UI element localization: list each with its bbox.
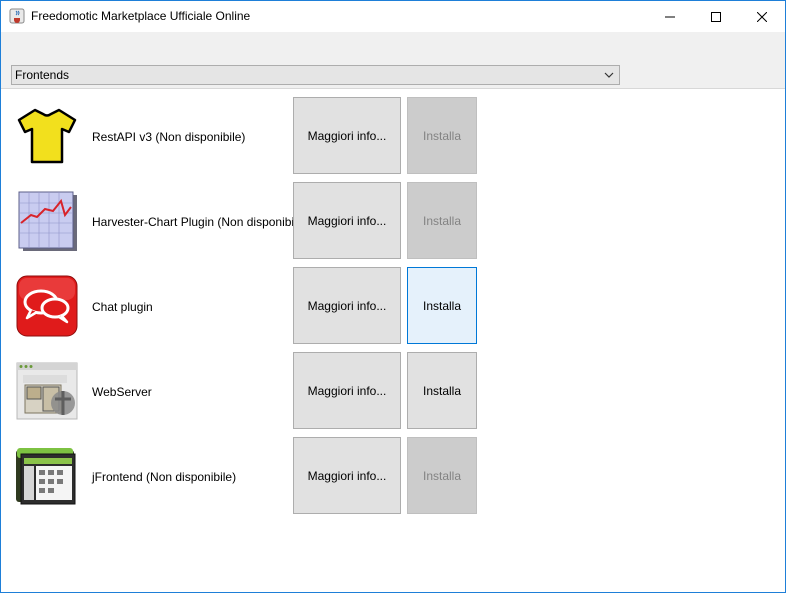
plugin-name: Chat plugin <box>92 300 153 314</box>
more-info-button[interactable]: Maggiori info... <box>293 352 401 429</box>
more-info-button[interactable]: Maggiori info... <box>293 437 401 514</box>
plugin-name: WebServer <box>92 385 152 399</box>
close-icon <box>757 11 767 22</box>
minimize-button[interactable] <box>647 1 693 32</box>
plugin-row: Harvester-Chart Plugin (Non disponibile)… <box>1 182 785 267</box>
toolbar-divider <box>1 88 785 89</box>
more-info-button[interactable]: Maggiori info... <box>293 267 401 344</box>
install-button[interactable]: Installa <box>407 352 477 429</box>
install-button[interactable]: Installa <box>407 97 477 174</box>
plugin-name: Harvester-Chart Plugin (Non disponibile) <box>92 215 308 229</box>
install-button[interactable]: Installa <box>407 267 477 344</box>
plugin-row: RestAPI v3 (Non disponibile) Maggiori in… <box>1 97 785 182</box>
plugin-name: RestAPI v3 (Non disponibile) <box>92 130 246 144</box>
maximize-icon <box>711 11 721 22</box>
category-select-value: Frontends <box>15 68 70 82</box>
chevron-down-icon <box>604 72 614 78</box>
maximize-button[interactable] <box>693 1 739 32</box>
more-info-button[interactable]: Maggiori info... <box>293 182 401 259</box>
minimize-icon <box>665 16 675 17</box>
category-select[interactable]: Frontends <box>11 65 620 85</box>
title-bar[interactable]: Freedomotic Marketplace Ufficiale Online <box>1 1 785 32</box>
window-title: Freedomotic Marketplace Ufficiale Online <box>31 9 251 23</box>
frontend-window-icon <box>16 448 76 505</box>
yellow-tshirt-icon <box>17 108 77 164</box>
line-chart-icon <box>18 191 77 251</box>
plugin-name: jFrontend (Non disponibile) <box>92 470 237 484</box>
java-cup-icon <box>9 8 25 24</box>
toolbar: Frontends <box>1 32 785 88</box>
more-info-button[interactable]: Maggiori info... <box>293 97 401 174</box>
webserver-floorplan-icon <box>16 362 78 420</box>
install-button[interactable]: Installa <box>407 437 477 514</box>
plugin-row: WebServer Maggiori info... Installa <box>1 352 785 437</box>
plugin-row: Chat plugin Maggiori info... Installa <box>1 267 785 352</box>
chat-bubbles-icon <box>16 275 78 337</box>
close-button[interactable] <box>739 1 785 32</box>
marketplace-window: Freedomotic Marketplace Ufficiale Online… <box>0 0 786 593</box>
plugin-row: jFrontend (Non disponibile) Maggiori inf… <box>1 437 785 522</box>
install-button[interactable]: Installa <box>407 182 477 259</box>
